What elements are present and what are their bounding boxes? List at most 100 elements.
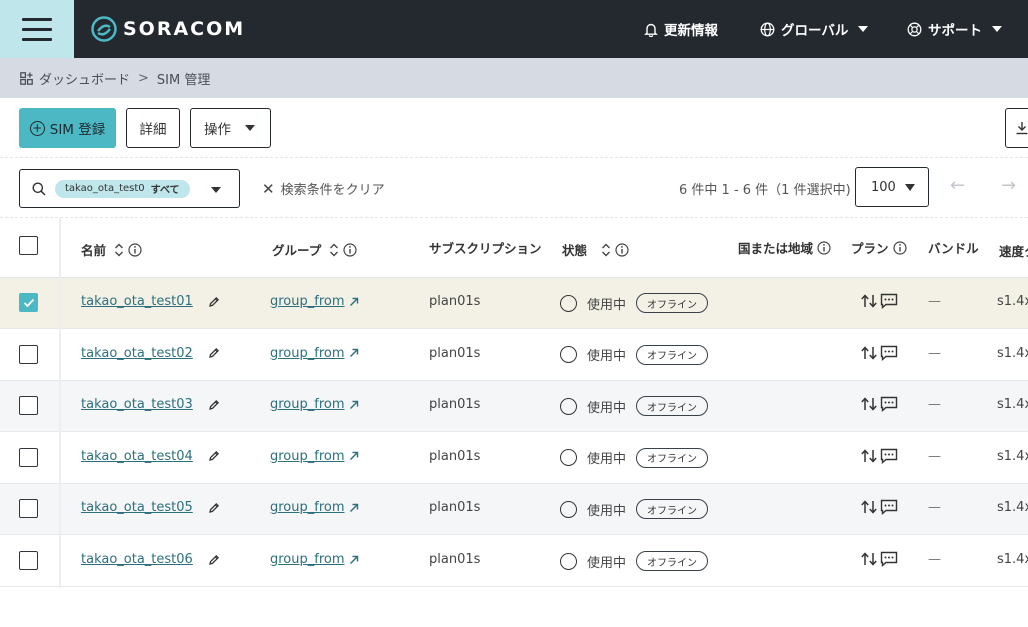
group-link[interactable]: group_from: [270, 346, 345, 361]
sim-name-link[interactable]: takao_ota_test03: [81, 397, 193, 412]
table-row[interactable]: takao_ota_test02 group_from plan01s 使用中 …: [0, 330, 1028, 381]
info-icon[interactable]: [892, 240, 907, 255]
filter-chip[interactable]: takao_ota_test0 すべて: [55, 179, 190, 198]
group-link[interactable]: group_from: [270, 500, 345, 515]
pencil-icon[interactable]: [208, 450, 220, 462]
group-cell: group_from: [270, 397, 359, 412]
export-button[interactable]: [1005, 108, 1028, 148]
pencil-icon[interactable]: [208, 554, 220, 566]
next-page-button[interactable]: →: [1001, 175, 1016, 196]
column-header-group[interactable]: グループ: [272, 240, 357, 259]
plan-cell: [860, 345, 898, 361]
chevron-down-icon: [992, 26, 1002, 32]
group-link[interactable]: group_from: [270, 397, 345, 412]
clear-filter-label: 検索条件をクリア: [280, 183, 385, 198]
pencil-icon[interactable]: [208, 296, 220, 308]
sim-name-link[interactable]: takao_ota_test02: [81, 346, 193, 361]
column-header-speed: 速度ク: [999, 241, 1028, 260]
chevron-down-icon[interactable]: [211, 187, 221, 193]
table-row[interactable]: takao_ota_test05 group_from plan01s 使用中 …: [0, 484, 1028, 536]
row-checkbox[interactable]: [19, 344, 38, 364]
group-link[interactable]: group_from: [270, 449, 345, 464]
pencil-icon[interactable]: [208, 502, 220, 514]
external-link-icon: [349, 503, 359, 513]
group-link[interactable]: group_from: [270, 294, 345, 309]
column-header-bundle: バンドル: [928, 238, 979, 257]
news-button[interactable]: 更新情報: [644, 0, 718, 58]
per-page-select[interactable]: 100: [855, 167, 929, 207]
plus-circle-icon: +: [29, 120, 45, 136]
plan-cell: [860, 551, 898, 567]
column-header-country: 国または地域: [738, 238, 831, 257]
region-label: グローバル: [781, 23, 849, 39]
details-button[interactable]: 詳細: [126, 108, 180, 148]
support-label: サポート: [928, 23, 982, 39]
info-icon[interactable]: [343, 242, 357, 257]
group-link[interactable]: group_from: [270, 552, 345, 567]
pencil-icon[interactable]: [208, 399, 220, 411]
region-dropdown[interactable]: グローバル: [760, 0, 869, 58]
status-indicator: [560, 449, 577, 467]
clear-filter-button[interactable]: ✕ 検索条件をクリア: [262, 179, 385, 199]
plan-cell: [860, 396, 898, 413]
sort-icon[interactable]: [329, 243, 339, 257]
info-icon[interactable]: [615, 242, 629, 257]
subscription-cell: plan01s: [429, 397, 481, 413]
row-checkbox[interactable]: [19, 293, 38, 312]
select-all-checkbox[interactable]: [19, 236, 38, 255]
info-icon[interactable]: [817, 240, 831, 255]
row-checkbox[interactable]: [19, 499, 38, 519]
table-row[interactable]: takao_ota_test03 group_from plan01s 使用中 …: [0, 381, 1028, 433]
soracom-logo[interactable]: SORACOM: [91, 14, 245, 44]
column-header-name[interactable]: 名前: [81, 240, 142, 259]
status-label: 使用中: [587, 503, 627, 519]
group-cell: group_from: [270, 552, 359, 567]
subscription-cell: plan01s: [429, 500, 481, 516]
sms-icon: [880, 551, 898, 567]
info-icon[interactable]: [128, 242, 142, 257]
table-row[interactable]: takao_ota_test01 group_from plan01s 使用中 …: [0, 278, 1028, 329]
status-label: 使用中: [587, 297, 627, 313]
status-indicator: [560, 294, 577, 312]
sim-name-link[interactable]: takao_ota_test01: [81, 294, 193, 309]
speed-class-cell: s1.4x: [997, 294, 1028, 309]
top-bar: SORACOM 更新情報 グローバル サポート: [0, 0, 1028, 58]
column-name-label: 名前: [81, 243, 107, 258]
external-link-icon: [349, 297, 359, 307]
data-transfer-icon: [860, 499, 878, 515]
row-checkbox[interactable]: [19, 396, 38, 416]
sim-name-link[interactable]: takao_ota_test04: [81, 449, 193, 464]
news-label: 更新情報: [664, 23, 718, 39]
search-icon: [32, 182, 46, 196]
search-filter-input[interactable]: takao_ota_test0 すべて: [19, 169, 240, 208]
prev-page-button[interactable]: ←: [950, 175, 965, 196]
sim-name-link[interactable]: takao_ota_test06: [81, 552, 193, 567]
filter-bar: takao_ota_test0 すべて ✕ 検索条件をクリア 6 件中 1 - …: [0, 158, 1028, 218]
pencil-icon[interactable]: [208, 347, 220, 359]
row-checkbox[interactable]: [19, 447, 38, 467]
speed-class-cell: s1.4x: [997, 345, 1028, 361]
name-cell: takao_ota_test02: [81, 346, 220, 361]
subscription-cell: plan01s: [429, 448, 481, 464]
breadcrumb-dashboard-link[interactable]: ダッシュボード: [39, 69, 130, 88]
data-transfer-icon: [860, 345, 878, 361]
bundle-cell: —: [928, 500, 941, 516]
sort-icon[interactable]: [114, 243, 124, 257]
row-checkbox[interactable]: [19, 551, 38, 570]
sort-icon[interactable]: [601, 243, 611, 257]
column-header-subscription: サブスクリプション: [429, 238, 542, 257]
support-dropdown[interactable]: サポート: [907, 0, 1002, 58]
table-row[interactable]: takao_ota_test04 group_from plan01s 使用中 …: [0, 433, 1028, 484]
status-cell: 使用中 オフライン: [560, 293, 709, 313]
sms-icon: [880, 448, 898, 464]
actions-dropdown[interactable]: 操作: [190, 108, 271, 148]
name-cell: takao_ota_test05: [81, 500, 220, 515]
column-header-status[interactable]: 状態: [562, 240, 629, 259]
menu-icon-bar: [22, 37, 52, 41]
speed-class-cell: s1.4x: [997, 552, 1028, 567]
details-label: 詳細: [139, 122, 167, 138]
register-sim-button[interactable]: + SIM 登録: [19, 108, 116, 148]
sim-name-link[interactable]: takao_ota_test05: [81, 500, 193, 515]
menu-button[interactable]: [0, 0, 74, 58]
table-row[interactable]: takao_ota_test06 group_from plan01s 使用中 …: [0, 536, 1028, 587]
